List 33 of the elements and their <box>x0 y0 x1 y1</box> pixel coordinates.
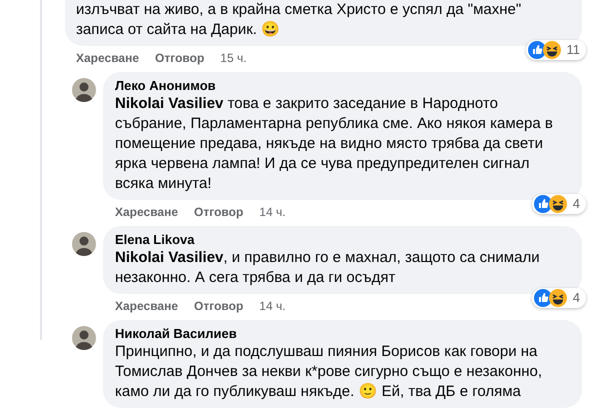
like-icon <box>528 41 546 59</box>
laughing-face-icon <box>542 41 560 59</box>
like-icon <box>534 289 552 307</box>
reaction-count: 4 <box>572 289 580 308</box>
author-name[interactable]: Леко Анонимов <box>115 78 570 94</box>
comment-text: излъчват на живо, а в крайна сметка Христо е успял да "махне" записа от сайта на Дарик. 😀 <box>76 0 522 40</box>
like-link[interactable]: Харесване <box>115 298 178 314</box>
reaction-count: 4 <box>572 195 580 214</box>
mention-link[interactable]: Nikolai Vasiliev <box>115 249 224 266</box>
reactions-badge[interactable]: 4 <box>532 194 586 214</box>
reply-link[interactable]: Отговор <box>194 204 244 220</box>
reply-link[interactable]: Отговор <box>155 50 204 66</box>
like-link[interactable]: Харесване <box>76 50 140 66</box>
reaction-count: 11 <box>566 41 580 60</box>
reply-link[interactable]: Отговор <box>194 298 244 314</box>
reply-text: Принципно, и да подслушваш пияния Борисов как говори на Томислав Дончев за некви к*рове сигурно също е незаконно, камо ли да го публикуваш някъде. 🙂 Ей, тва ДБ е голяма <box>115 342 544 402</box>
author-name[interactable]: Elena Likova <box>115 232 570 248</box>
reactions-badge[interactable]: 11 <box>526 40 586 60</box>
mention-link[interactable]: Nikolai Vasiliev <box>115 95 224 112</box>
timestamp[interactable]: 15 ч. <box>220 50 247 66</box>
like-link[interactable]: Харесване <box>115 204 178 220</box>
avatar[interactable] <box>72 326 96 350</box>
reactions-badge[interactable]: 4 <box>532 288 586 308</box>
reply-text: Nikolai Vasiliev това е закрито заседание в Народното събрание, Парламентарна република сме. Ако някоя камера в помещение предава, някъде на видно място трябва да свети ярка червена лампа! И да се чува предупредителен сигнал всяка минута! <box>115 94 554 194</box>
reply-text: Nikolai Vasiliev, и правилно го е махнал, защото са снимали незаконно. А сега трябва и да ги осъдят <box>115 248 541 288</box>
laughing-face-icon <box>548 195 567 213</box>
like-icon <box>534 195 552 213</box>
avatar[interactable] <box>72 78 96 102</box>
avatar[interactable] <box>72 232 96 256</box>
author-name[interactable]: Николай Василиев <box>115 326 570 342</box>
laughing-face-icon <box>548 289 567 307</box>
timestamp[interactable]: 14 ч. <box>259 298 286 314</box>
timestamp[interactable]: 14 ч. <box>259 204 286 220</box>
